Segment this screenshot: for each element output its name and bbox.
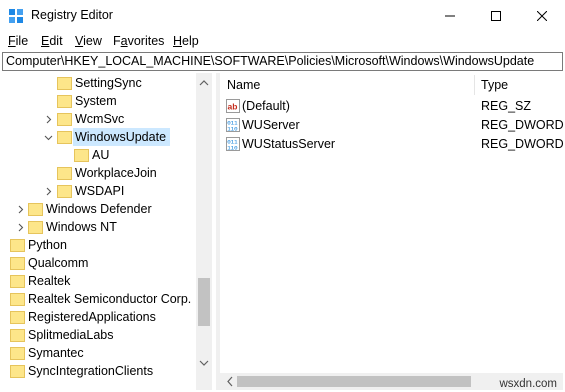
- svg-text:110: 110: [227, 144, 238, 151]
- folder-icon: [28, 221, 43, 234]
- address-bar[interactable]: Computer\HKEY_LOCAL_MACHINE\SOFTWARE\Pol…: [2, 52, 563, 71]
- folder-icon: [10, 347, 25, 360]
- folder-icon: [10, 311, 25, 324]
- value-name[interactable]: WUServer: [242, 116, 300, 134]
- registry-editor-app-icon: [9, 9, 23, 23]
- chevron-down-icon[interactable]: [44, 133, 53, 142]
- scroll-left-icon[interactable]: [222, 373, 238, 390]
- folder-icon: [10, 293, 25, 306]
- tree-item-realtek-semiconductor-corp[interactable]: Realtek Semiconductor Corp.: [28, 290, 191, 308]
- chevron-right-icon[interactable]: [16, 223, 25, 232]
- folder-icon: [10, 257, 25, 270]
- folder-icon: [10, 275, 25, 288]
- scroll-down-icon[interactable]: [196, 355, 212, 371]
- maximize-icon: [491, 10, 501, 21]
- tree-item-workplacejoin[interactable]: WorkplaceJoin: [75, 164, 157, 182]
- folder-icon: [10, 329, 25, 342]
- value-name[interactable]: (Default): [242, 97, 290, 115]
- tree-item-system[interactable]: System: [75, 92, 117, 110]
- tree-item-splitmedialabs[interactable]: SplitmediaLabs: [28, 326, 113, 344]
- string-value-icon: ab: [226, 99, 240, 113]
- column-separator[interactable]: [474, 75, 475, 95]
- tree-item-settingsync[interactable]: SettingSync: [75, 74, 142, 92]
- folder-icon: [57, 77, 72, 90]
- svg-text:ab: ab: [228, 102, 238, 112]
- folder-icon: [57, 113, 72, 126]
- chevron-right-icon[interactable]: [44, 115, 53, 124]
- tree-item-python[interactable]: Python: [28, 236, 67, 254]
- menu-favorites[interactable]: Favorites: [113, 34, 164, 48]
- value-type: REG_SZ: [481, 99, 532, 113]
- folder-icon: [57, 95, 72, 108]
- scroll-corner: [196, 373, 212, 390]
- menu-file[interactable]: File: [8, 34, 28, 48]
- tree-item-wcmsvc[interactable]: WcmSvc: [75, 110, 124, 128]
- chevron-right-icon[interactable]: [44, 187, 53, 196]
- tree-item-registeredapplications[interactable]: RegisteredApplications: [28, 308, 156, 326]
- scroll-up-icon[interactable]: [196, 75, 212, 91]
- value-type: REG_DWORD: [481, 137, 564, 151]
- menu-help[interactable]: Help: [173, 34, 199, 48]
- binary-value-icon: 011110: [226, 118, 240, 132]
- column-header-type[interactable]: Type: [481, 73, 508, 97]
- folder-icon: [74, 149, 89, 162]
- tree-item-windowsupdate[interactable]: WindowsUpdate: [73, 128, 171, 146]
- tree-item-au[interactable]: AU: [92, 146, 109, 164]
- window-title: Registry Editor: [31, 8, 113, 22]
- tree-item-windows-nt[interactable]: Windows NT: [46, 218, 117, 236]
- maximize-button[interactable]: [473, 0, 519, 31]
- tree-item-symantec[interactable]: Symantec: [28, 344, 84, 362]
- folder-icon: [28, 203, 43, 216]
- tree-item-qualcomm[interactable]: Qualcomm: [28, 254, 88, 272]
- tree-vertical-scrollbar[interactable]: [196, 73, 212, 373]
- tree-scroll-thumb[interactable]: [198, 278, 210, 326]
- list-scroll-thumb[interactable]: [237, 376, 471, 387]
- folder-icon: [10, 239, 25, 252]
- tree-item-windows-defender[interactable]: Windows Defender: [46, 200, 152, 218]
- close-button[interactable]: [519, 0, 565, 31]
- svg-text:110: 110: [227, 125, 238, 132]
- value-type: REG_DWORD: [481, 118, 564, 132]
- menu-view[interactable]: View: [75, 34, 102, 48]
- title-bar: Registry Editor: [0, 0, 565, 31]
- binary-value-icon: 011110: [226, 137, 240, 151]
- folder-icon: [57, 131, 72, 144]
- tree-item-wsdapi[interactable]: WSDAPI: [75, 182, 124, 200]
- menu-bar: File Edit View Favorites Help: [0, 31, 565, 51]
- column-header-name[interactable]: Name: [227, 73, 260, 97]
- folder-icon: [10, 365, 25, 378]
- minimize-button[interactable]: [427, 0, 473, 31]
- tree-item-syncintegrationclients[interactable]: SyncIntegrationClients: [28, 362, 153, 380]
- menu-edit[interactable]: Edit: [41, 34, 63, 48]
- folder-icon: [57, 167, 72, 180]
- tree-item-realtek[interactable]: Realtek: [28, 272, 70, 290]
- value-name[interactable]: WUStatusServer: [242, 135, 335, 153]
- chevron-right-icon[interactable]: [16, 205, 25, 214]
- key-tree: SettingSync System WcmSvc WindowsUpdate AU Wo…: [2, 73, 212, 390]
- minimize-icon: [445, 15, 455, 16]
- watermark: wsxdn.com: [499, 378, 557, 390]
- folder-icon: [57, 185, 72, 198]
- close-icon: [537, 10, 547, 21]
